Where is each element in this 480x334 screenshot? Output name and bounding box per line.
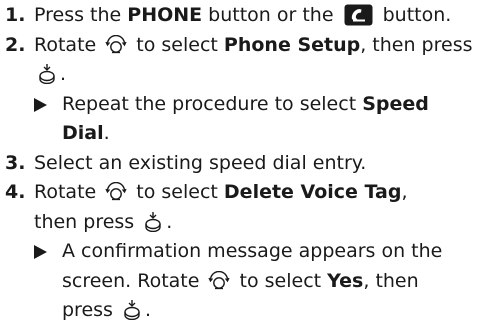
note-text: to select bbox=[233, 269, 328, 292]
step-number: 4. bbox=[5, 181, 26, 203]
step-text: to select bbox=[130, 181, 224, 203]
step-number: 3. bbox=[5, 151, 26, 174]
instruction-list: 1. Press the PHONE button or the button.… bbox=[5, 1, 475, 326]
step-text: Press the bbox=[34, 4, 128, 26]
step-number: 1. bbox=[5, 4, 26, 26]
note-text: screen. Rotate bbox=[62, 269, 206, 292]
note-text: Repeat the procedure to select bbox=[62, 92, 363, 115]
step-text: . bbox=[166, 210, 173, 233]
note-arrow-icon bbox=[34, 97, 47, 112]
step-number: 2. bbox=[5, 33, 26, 56]
menu-item-phone-setup: Phone Setup bbox=[223, 33, 361, 56]
note-text: . bbox=[103, 122, 110, 144]
rotate-knob-icon bbox=[105, 34, 127, 55]
step-text: then press bbox=[34, 210, 141, 233]
rotate-knob-icon bbox=[105, 182, 127, 202]
step-1: 1. Press the PHONE button or the button. bbox=[5, 1, 475, 31]
menu-item-delete-voice-tag: Delete Voice Tag bbox=[223, 181, 402, 203]
step-2-note: Repeat the procedure to select Speed Dia… bbox=[5, 90, 475, 149]
phone-button-icon bbox=[344, 4, 373, 26]
step-3: 3. Select an existing speed dial entry. bbox=[5, 149, 475, 179]
press-knob-icon bbox=[37, 63, 57, 84]
phone-button-label: PHONE bbox=[127, 4, 203, 26]
step-2: 2. Rotate to select Phone Setup, then pr… bbox=[5, 31, 475, 90]
option-yes: Yes bbox=[327, 269, 364, 292]
step-text: , bbox=[401, 181, 408, 203]
step-text: button. bbox=[376, 4, 452, 26]
step-text: Rotate bbox=[34, 33, 103, 56]
step-text: , then press bbox=[360, 33, 473, 56]
press-knob-icon bbox=[122, 299, 142, 320]
step-4: 4. Rotate to select Delete Voice Tag, the… bbox=[5, 178, 475, 237]
note-text: . bbox=[144, 299, 152, 321]
step-text: Select an existing speed dial entry. bbox=[34, 151, 367, 174]
note-text: A confirmation message appears on the bbox=[62, 240, 443, 262]
rotate-knob-icon bbox=[208, 270, 231, 291]
step-text: button or the bbox=[202, 4, 340, 26]
step-text: . bbox=[60, 63, 67, 85]
press-knob-icon bbox=[143, 211, 163, 232]
step-text: to select bbox=[130, 33, 224, 56]
step-4-note: A confirmation message appears on the scr… bbox=[5, 237, 475, 326]
note-arrow-icon bbox=[34, 245, 47, 259]
step-text: Rotate bbox=[34, 181, 103, 203]
note-text: , then bbox=[363, 269, 419, 292]
note-text: press bbox=[62, 299, 119, 321]
